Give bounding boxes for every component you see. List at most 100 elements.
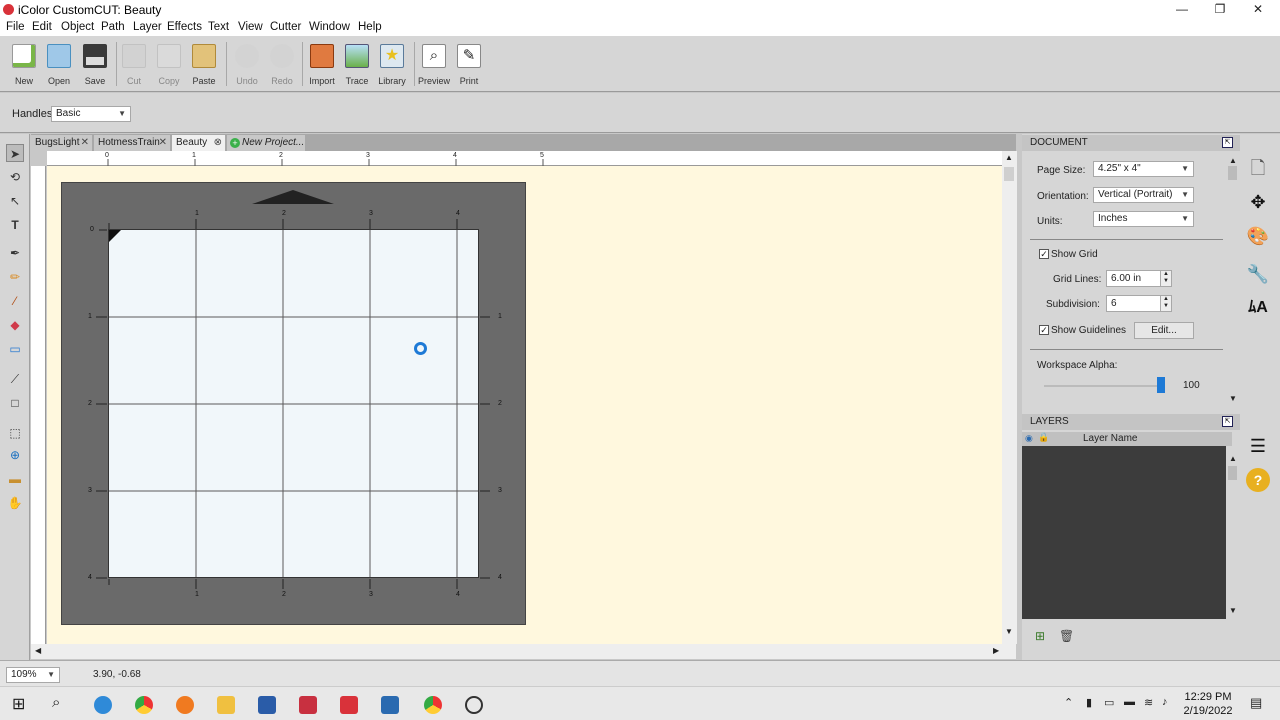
- close-button[interactable]: ✕: [1238, 0, 1278, 19]
- tab-bugslight[interactable]: BugsLight ✕: [31, 135, 92, 151]
- new-button[interactable]: New: [6, 44, 42, 86]
- eyedropper-tool[interactable]: ⟋: [6, 370, 24, 388]
- undo-button[interactable]: Undo: [229, 44, 265, 86]
- windows-start-icon[interactable]: ⊞: [12, 694, 25, 714]
- horizontal-scrollbar[interactable]: ◀ ▶: [31, 644, 1016, 659]
- wifi-icon[interactable]: ≋: [1144, 696, 1153, 709]
- zoom-tool[interactable]: ⊕: [6, 446, 24, 464]
- alpha-slider-thumb[interactable]: [1157, 377, 1165, 393]
- panel-scroll-up-icon[interactable]: ▲: [1229, 156, 1237, 165]
- trace-button[interactable]: Trace: [339, 44, 375, 86]
- import-button[interactable]: Import: [304, 44, 340, 86]
- menu-layer[interactable]: Layer: [133, 21, 162, 33]
- layers-scroll-thumb[interactable]: [1228, 466, 1237, 480]
- eye-icon[interactable]: ◉: [1025, 433, 1033, 444]
- menu-text[interactable]: Text: [208, 21, 229, 33]
- scroll-down-icon[interactable]: ▼: [1005, 627, 1013, 636]
- scroll-up-icon[interactable]: ▲: [1005, 153, 1013, 162]
- maximize-button[interactable]: ❐: [1200, 0, 1240, 19]
- search-icon[interactable]: ⌕: [52, 694, 60, 711]
- file-explorer-icon[interactable]: [217, 696, 235, 714]
- clock-app-icon[interactable]: [465, 696, 483, 714]
- tray-chevron-icon[interactable]: ⌃: [1064, 696, 1073, 709]
- measure-tool[interactable]: ▬: [6, 470, 24, 488]
- open-button[interactable]: Open: [41, 44, 77, 86]
- panel-float-icon[interactable]: ⇱: [1222, 137, 1233, 148]
- tray-network-icon[interactable]: ▭: [1104, 696, 1114, 709]
- brush-tool[interactable]: ⁄: [6, 292, 24, 310]
- copy-button[interactable]: Copy: [151, 44, 187, 86]
- color-palette-icon[interactable]: 🎨: [1244, 222, 1272, 250]
- tab-beauty[interactable]: Beauty ⊗: [172, 135, 225, 151]
- close-icon[interactable]: ⊗: [214, 135, 222, 150]
- scroll-right-icon[interactable]: ▶: [993, 646, 999, 655]
- library-button[interactable]: ★ Library: [374, 44, 410, 86]
- text-tool[interactable]: T: [6, 216, 24, 234]
- select-arrow-tool[interactable]: ➤: [6, 144, 24, 162]
- save-button[interactable]: Save: [77, 44, 113, 86]
- help-icon[interactable]: ?: [1246, 468, 1270, 492]
- scroll-left-icon[interactable]: ◀: [35, 646, 41, 655]
- chrome-icon[interactable]: [135, 696, 153, 714]
- app-icon[interactable]: [299, 696, 317, 714]
- menu-file[interactable]: File: [6, 21, 25, 33]
- tray-device-icon[interactable]: ▮: [1086, 696, 1092, 709]
- handles-select[interactable]: Basic ▼: [51, 106, 131, 122]
- layers-panel-icon[interactable]: ☰: [1244, 432, 1272, 460]
- pen-tool[interactable]: ✒: [6, 244, 24, 262]
- zoom-select[interactable]: 109% ▼: [6, 667, 60, 683]
- menu-effects[interactable]: Effects: [167, 21, 202, 33]
- minimize-button[interactable]: —: [1162, 0, 1202, 19]
- transform-tool[interactable]: ⬚: [6, 424, 24, 442]
- menu-view[interactable]: View: [238, 21, 263, 33]
- tray-battery-icon[interactable]: ▬: [1124, 696, 1135, 708]
- spinner-icon[interactable]: ▲ ▼: [1160, 271, 1171, 286]
- calculator-icon[interactable]: [258, 696, 276, 714]
- chrome-profile-icon[interactable]: [424, 696, 442, 714]
- menu-edit[interactable]: Edit: [32, 21, 52, 33]
- lock-icon[interactable]: 🔒: [1038, 432, 1049, 443]
- text-style-icon[interactable]: ﾑA: [1244, 294, 1272, 322]
- wrench-settings-icon[interactable]: 🔧: [1244, 260, 1272, 288]
- subdivision-input[interactable]: 6 ▲ ▼: [1106, 295, 1172, 312]
- menu-help[interactable]: Help: [358, 21, 382, 33]
- menu-object[interactable]: Object: [61, 21, 94, 33]
- menu-path[interactable]: Path: [101, 21, 125, 33]
- show-guidelines-checkbox[interactable]: ✓: [1039, 325, 1049, 335]
- paste-button[interactable]: Paste: [186, 44, 222, 86]
- shape-tool[interactable]: ▭: [6, 340, 24, 358]
- node-edit-tool[interactable]: ↖: [6, 192, 24, 210]
- show-grid-checkbox[interactable]: ✓: [1039, 249, 1049, 259]
- window-app-icon[interactable]: [381, 696, 399, 714]
- orientation-select[interactable]: Vertical (Portrait) ▼: [1093, 187, 1194, 203]
- eraser-tool[interactable]: ◆: [6, 316, 24, 334]
- menu-cutter[interactable]: Cutter: [270, 21, 301, 33]
- hand-pan-tool[interactable]: ✋: [6, 494, 24, 512]
- lasso-tool[interactable]: ⟲: [6, 168, 24, 186]
- cut-button[interactable]: Cut: [116, 44, 152, 86]
- panel-scroll-down-icon[interactable]: ▼: [1229, 394, 1237, 403]
- spinner-icon[interactable]: ▲ ▼: [1160, 296, 1171, 311]
- edge-icon[interactable]: [94, 696, 112, 714]
- document-panel-icon[interactable]: 🗋: [1244, 154, 1272, 182]
- taskbar-clock[interactable]: 12:29 PM 2/19/2022: [1180, 690, 1236, 718]
- page-size-select[interactable]: 4.25" x 4" ▼: [1093, 161, 1194, 177]
- volume-icon[interactable]: ♪: [1162, 696, 1168, 708]
- scroll-thumb[interactable]: [1004, 167, 1014, 181]
- vertical-scrollbar[interactable]: ▲ ▼: [1002, 151, 1017, 644]
- firefox-icon[interactable]: [176, 696, 194, 714]
- add-layer-icon[interactable]: ⊞: [1035, 629, 1045, 643]
- tab-hotmesstrain[interactable]: HotmessTrain ✕: [94, 135, 170, 151]
- panel-float-icon[interactable]: ⇱: [1222, 416, 1233, 427]
- redo-button[interactable]: Redo: [264, 44, 300, 86]
- edit-guidelines-button[interactable]: Edit...: [1134, 322, 1194, 339]
- layers-scroll-down-icon[interactable]: ▼: [1229, 606, 1237, 615]
- grid-lines-input[interactable]: 6.00 in ▲ ▼: [1106, 270, 1172, 287]
- print-button[interactable]: ✎ Print: [451, 44, 487, 86]
- units-select[interactable]: Inches ▼: [1093, 211, 1194, 227]
- move-transform-icon[interactable]: ✥: [1244, 188, 1272, 216]
- preview-button[interactable]: ⌕ Preview: [416, 44, 452, 86]
- document-page[interactable]: [108, 229, 479, 578]
- layers-list[interactable]: [1022, 446, 1226, 619]
- notification-icon[interactable]: ▤: [1250, 695, 1262, 711]
